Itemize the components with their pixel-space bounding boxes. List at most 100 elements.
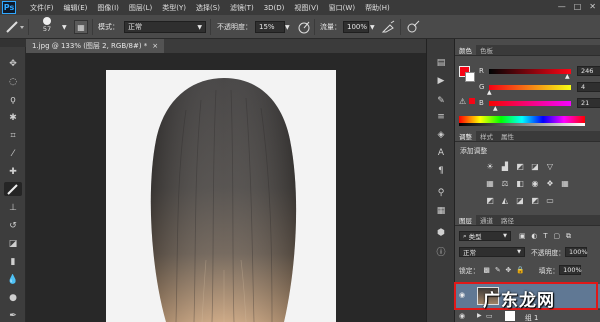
history-brush-tool-icon[interactable]: ↺ bbox=[4, 219, 22, 233]
brightness-contrast-icon[interactable]: ☀ bbox=[485, 161, 495, 171]
levels-icon[interactable]: ▟ bbox=[500, 161, 510, 171]
menu-window[interactable]: 窗口(W) bbox=[329, 3, 355, 13]
menu-help[interactable]: 帮助(H) bbox=[365, 3, 390, 13]
fill-input[interactable]: 100% bbox=[559, 265, 582, 275]
eraser-tool-icon[interactable]: ◪ bbox=[4, 237, 22, 251]
actions-panel-icon[interactable]: ▶ bbox=[434, 75, 448, 87]
lock-paint-icon[interactable]: ✎ bbox=[495, 266, 501, 274]
threshold-icon[interactable]: ◪ bbox=[515, 195, 525, 205]
menu-edit[interactable]: 编辑(E) bbox=[64, 3, 88, 13]
layer-kind-filter[interactable]: ⌕ 类型 ▼ bbox=[459, 231, 511, 241]
maximize-icon[interactable]: □ bbox=[574, 2, 582, 12]
menu-layer[interactable]: 图层(L) bbox=[129, 3, 152, 13]
photo-filter-icon[interactable]: ◉ bbox=[530, 178, 540, 188]
dodge-tool-icon[interactable]: ● bbox=[4, 291, 22, 305]
lock-transparent-icon[interactable]: ▩ bbox=[483, 266, 489, 274]
filter-smart-object-icon[interactable]: ⧉ bbox=[566, 232, 571, 241]
brush-tool-icon[interactable] bbox=[4, 182, 22, 196]
3d-panel-icon[interactable]: ⬢ bbox=[434, 227, 448, 239]
tab-properties[interactable]: 属性 bbox=[497, 131, 518, 141]
posterize-icon[interactable]: ◭ bbox=[500, 195, 510, 205]
g-slider-handle[interactable]: ▲ bbox=[487, 89, 492, 96]
menu-filter[interactable]: 滤镜(T) bbox=[230, 3, 254, 13]
invert-icon[interactable]: ◩ bbox=[485, 195, 495, 205]
filter-pixel-icon[interactable]: ▣ bbox=[519, 232, 525, 240]
menu-image[interactable]: 图像(I) bbox=[97, 3, 119, 13]
menu-type[interactable]: 类型(Y) bbox=[162, 3, 186, 13]
menu-select[interactable]: 选择(S) bbox=[196, 3, 220, 13]
move-tool-icon[interactable]: ✥ bbox=[4, 57, 22, 71]
color-lookup-icon[interactable]: ▦ bbox=[560, 178, 570, 188]
tab-layers[interactable]: 图层 bbox=[455, 215, 476, 225]
g-value-input[interactable]: 4 bbox=[577, 82, 600, 92]
b-slider-handle[interactable]: ▲ bbox=[493, 105, 498, 112]
flow-input[interactable]: 100% bbox=[343, 20, 369, 34]
vibrance-icon[interactable]: ▽ bbox=[545, 161, 555, 171]
black-white-icon[interactable]: ◧ bbox=[515, 178, 525, 188]
lasso-tool-icon[interactable]: ϙ bbox=[4, 93, 22, 107]
warning-color-swatch[interactable] bbox=[469, 98, 475, 104]
lock-all-icon[interactable]: 🔒 bbox=[516, 266, 524, 274]
brush-presets-icon[interactable]: ✎ bbox=[434, 95, 448, 107]
gradient-map-icon[interactable]: ▭ bbox=[545, 195, 555, 205]
gradient-tool-icon[interactable]: ▮ bbox=[4, 255, 22, 269]
tab-channels[interactable]: 通道 bbox=[476, 215, 497, 225]
tab-paths[interactable]: 路径 bbox=[497, 215, 518, 225]
channel-mixer-icon[interactable]: ❖ bbox=[545, 178, 555, 188]
brush-tool-preset-icon[interactable] bbox=[4, 20, 26, 34]
opacity-input[interactable]: 15% bbox=[255, 20, 285, 34]
r-value-input[interactable]: 246 bbox=[577, 66, 600, 76]
navigator-icon[interactable]: ▦ bbox=[434, 205, 448, 217]
close-tab-icon[interactable]: × bbox=[152, 42, 158, 50]
close-icon[interactable]: ✕ bbox=[589, 2, 596, 12]
filter-shape-icon[interactable]: ▢ bbox=[554, 232, 560, 240]
tab-color[interactable]: 颜色 bbox=[455, 45, 476, 55]
info-panel-icon[interactable]: ⓘ bbox=[434, 245, 448, 258]
warning-icon[interactable]: ⚠ bbox=[459, 97, 466, 106]
clone-source-icon[interactable]: ⚲ bbox=[434, 187, 448, 199]
lock-position-icon[interactable]: ✥ bbox=[506, 266, 512, 274]
background-color-swatch[interactable] bbox=[465, 72, 475, 82]
menu-view[interactable]: 视图(V) bbox=[294, 3, 318, 13]
b-slider[interactable]: ▲ bbox=[489, 100, 571, 112]
pen-tool-icon[interactable]: ✒ bbox=[4, 309, 22, 322]
r-slider-handle[interactable]: ▲ bbox=[565, 73, 570, 80]
canvas-area[interactable] bbox=[26, 53, 426, 322]
character-panel-icon[interactable]: A bbox=[434, 147, 448, 159]
paragraph-panel-icon[interactable]: ¶ bbox=[434, 165, 448, 177]
group-visibility-eye-icon[interactable]: ◉ bbox=[459, 312, 465, 320]
tab-styles[interactable]: 样式 bbox=[476, 131, 497, 141]
pressure-opacity-button[interactable] bbox=[297, 20, 311, 34]
brush-panel-toggle-button[interactable]: ▦ bbox=[74, 20, 88, 34]
blur-tool-icon[interactable]: 💧 bbox=[4, 273, 22, 287]
document-tab[interactable]: 1.jpg @ 133% (图层 2, RGB/8#) * × bbox=[26, 39, 165, 53]
airbrush-button[interactable] bbox=[381, 20, 395, 34]
healing-brush-tool-icon[interactable]: ✚ bbox=[4, 165, 22, 179]
color-balance-icon[interactable]: ⚖ bbox=[500, 178, 510, 188]
filter-type-icon[interactable]: T bbox=[543, 232, 547, 240]
group-expand-icon[interactable]: ▶ bbox=[477, 312, 482, 319]
marquee-tool-icon[interactable]: ◌ bbox=[4, 75, 22, 89]
pressure-size-button[interactable] bbox=[406, 20, 420, 34]
layer-opacity-input[interactable]: 100% bbox=[564, 247, 588, 257]
curves-icon[interactable]: ◩ bbox=[515, 161, 525, 171]
eyedropper-tool-icon[interactable]: ⁄ bbox=[4, 147, 22, 161]
mode-select[interactable]: 正常 ▼ bbox=[124, 20, 206, 34]
tab-swatches[interactable]: 色板 bbox=[476, 45, 497, 55]
opacity-arrow-icon[interactable]: ▼ bbox=[285, 20, 290, 34]
hue-saturation-icon[interactable]: ▦ bbox=[485, 178, 495, 188]
tab-adjustments[interactable]: 调整 bbox=[455, 131, 476, 141]
brush-picker-arrow-icon[interactable]: ▼ bbox=[62, 20, 67, 34]
r-slider[interactable]: ▲ bbox=[489, 68, 571, 80]
minimize-icon[interactable]: — bbox=[558, 2, 566, 12]
exposure-icon[interactable]: ◪ bbox=[530, 161, 540, 171]
brush-size-picker[interactable]: 57 bbox=[34, 17, 60, 37]
blend-mode-select[interactable]: 正常 ▼ bbox=[459, 247, 525, 257]
selective-color-icon[interactable]: ◩ bbox=[530, 195, 540, 205]
b-value-input[interactable]: 21 bbox=[577, 98, 600, 108]
flow-arrow-icon[interactable]: ▼ bbox=[370, 20, 375, 34]
crop-tool-icon[interactable]: ⌗ bbox=[4, 129, 22, 143]
menu-3d[interactable]: 3D(D) bbox=[264, 4, 285, 12]
clone-stamp-tool-icon[interactable]: ⊥ bbox=[4, 201, 22, 215]
magic-wand-tool-icon[interactable]: ✱ bbox=[4, 111, 22, 125]
